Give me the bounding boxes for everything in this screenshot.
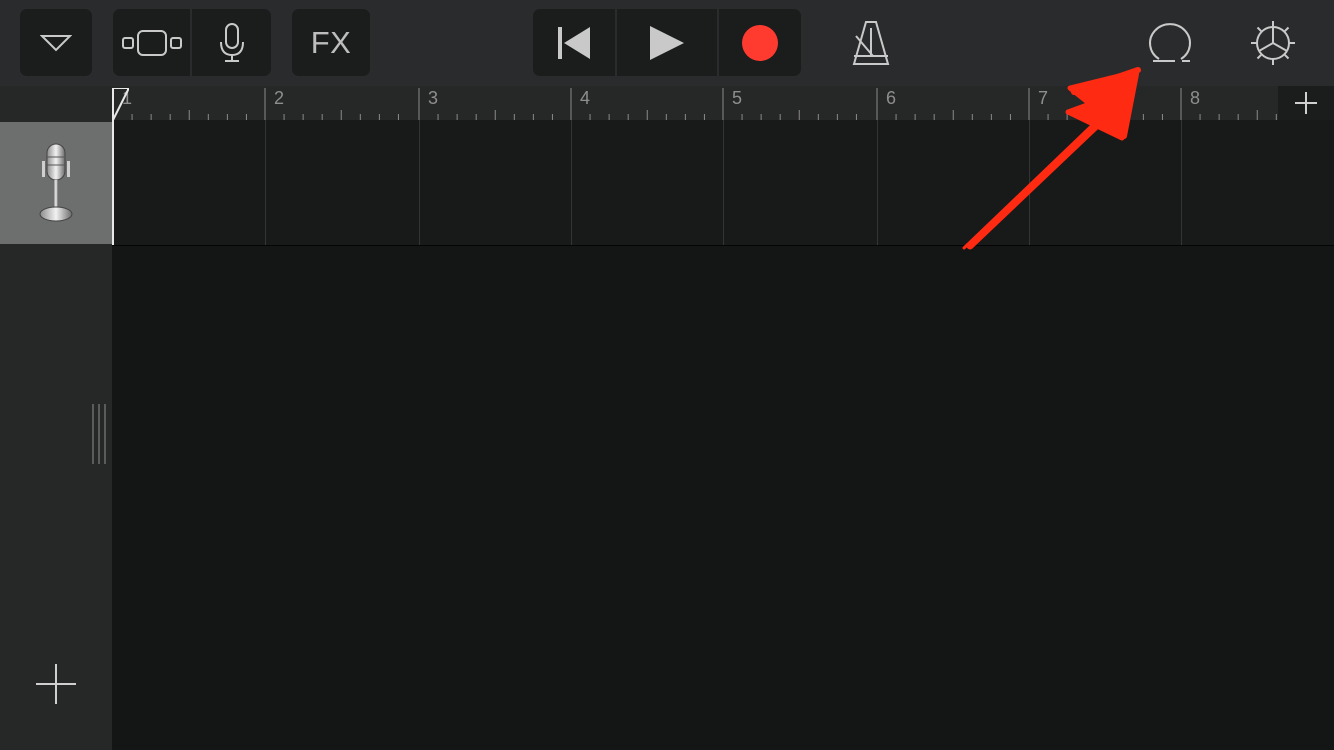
- play-button[interactable]: [617, 9, 717, 76]
- bar-number-2: 2: [274, 88, 285, 108]
- bar-number-6: 6: [886, 88, 897, 108]
- bar-grid-line: [419, 120, 420, 245]
- view-toggle-icon: [121, 29, 182, 56]
- record-icon: [742, 24, 778, 61]
- go-to-beginning-icon: [558, 26, 590, 59]
- bar-grid-line: [571, 120, 572, 245]
- transport-group: [533, 9, 801, 76]
- record-button[interactable]: [719, 9, 801, 76]
- track-header-audio-recorder[interactable]: [0, 122, 112, 244]
- add-track-button[interactable]: [30, 658, 82, 710]
- bar-number-8: 8: [1190, 88, 1201, 108]
- bar-grid-line: [265, 120, 266, 245]
- fx-button[interactable]: FX: [292, 9, 370, 76]
- bar-grid-line: [723, 120, 724, 245]
- add-section-button[interactable]: [1278, 86, 1334, 120]
- bar-number-5: 5: [732, 88, 743, 108]
- bar-number-4: 4: [580, 88, 591, 108]
- bar-grid-line: [1181, 120, 1182, 245]
- grip-lines-icon: [92, 404, 106, 464]
- metronome-icon: [852, 20, 890, 65]
- playhead[interactable]: [112, 88, 129, 245]
- metronome-button[interactable]: [840, 9, 902, 76]
- track-lane[interactable]: [112, 120, 1334, 246]
- bar-grid-line: [877, 120, 878, 245]
- track-header-resize-handle[interactable]: [91, 404, 109, 464]
- microphone-icon: [219, 22, 244, 62]
- plus-icon: [36, 664, 76, 704]
- loop-browser-icon: [1149, 22, 1191, 62]
- settings-button[interactable]: [1242, 9, 1304, 76]
- browser-button[interactable]: [20, 9, 92, 76]
- annotation-arrow: [962, 67, 1141, 250]
- vintage-microphone-icon: [39, 143, 73, 222]
- fx-label: FX: [310, 24, 352, 60]
- go-to-beginning-button[interactable]: [533, 9, 615, 76]
- plus-icon: [1295, 92, 1317, 114]
- playhead-handle: [112, 88, 129, 121]
- triangle-down-icon: [40, 34, 72, 51]
- bar-number-3: 3: [428, 88, 439, 108]
- view-input-group: [113, 9, 271, 76]
- input-settings-button[interactable]: [192, 9, 271, 76]
- gear-icon: [1251, 20, 1295, 65]
- view-toggle-button[interactable]: [113, 9, 190, 76]
- play-icon: [650, 25, 684, 60]
- empty-tracks-area: [112, 246, 1334, 750]
